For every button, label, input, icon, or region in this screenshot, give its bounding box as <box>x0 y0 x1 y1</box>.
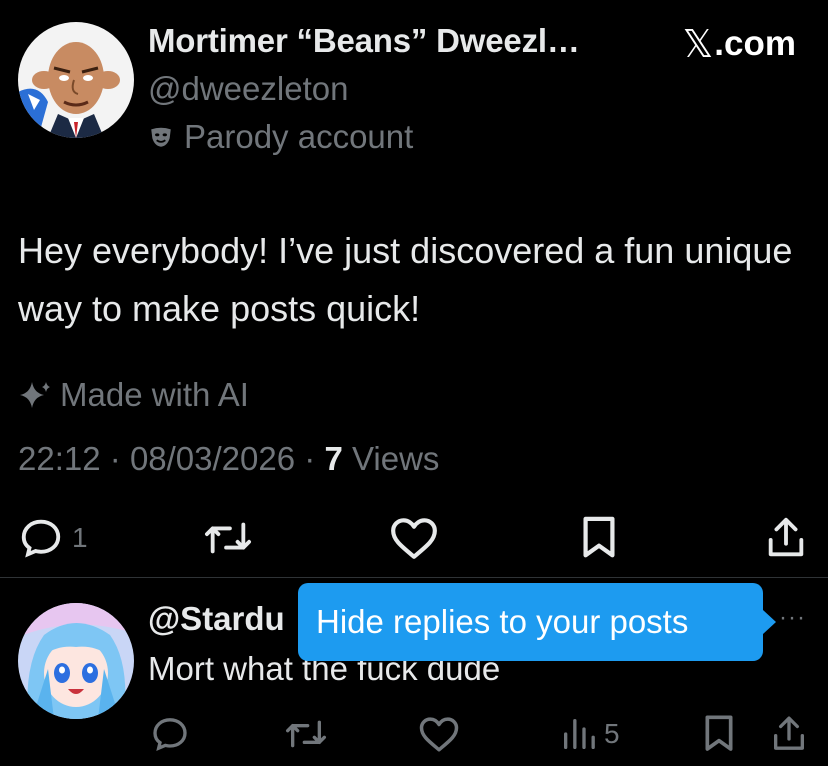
reply-bookmark-button[interactable] <box>702 714 736 754</box>
reply-views-count: 5 <box>604 718 620 749</box>
share-button[interactable] <box>764 515 808 561</box>
like-button[interactable] <box>389 515 439 561</box>
views-label: Views <box>351 440 440 477</box>
x-logo-icon: 𝕏 <box>682 22 714 66</box>
share-icon <box>768 517 804 557</box>
like-icon <box>419 717 459 752</box>
reply-author-avatar[interactable] <box>18 603 134 719</box>
parody-badge: Parody account <box>148 118 413 156</box>
reply-author-handle[interactable]: @Stardu <box>148 600 285 638</box>
reply-more-button[interactable]: ··· <box>779 604 806 632</box>
author-avatar-image <box>18 22 134 138</box>
ai-label[interactable]: Made with AI <box>18 376 249 414</box>
divider <box>0 577 828 578</box>
post-time: 22:12 <box>18 440 101 477</box>
reply-views-button[interactable]: 5 <box>562 714 620 754</box>
share-icon <box>774 716 804 750</box>
hide-replies-tooltip[interactable]: Hide replies to your posts <box>298 583 776 661</box>
repost-icon <box>285 720 326 748</box>
repost-button[interactable] <box>203 515 253 561</box>
views-icon <box>564 719 595 749</box>
parody-label: Parody account <box>184 118 414 155</box>
bookmark-icon <box>583 516 615 558</box>
author-avatar[interactable] <box>18 22 134 138</box>
brand-domain: .com <box>714 24 796 63</box>
like-icon <box>391 518 437 559</box>
reply-icon <box>153 718 187 751</box>
reply-reply-button[interactable] <box>150 714 190 754</box>
reply-repost-button[interactable] <box>284 714 328 754</box>
reply-avatar-image <box>18 603 134 719</box>
ai-sparkle-icon <box>20 382 50 408</box>
author-handle[interactable]: @dweezleton <box>148 70 348 108</box>
post-meta: 22:12 · 08/03/2026 · 7 Views <box>18 440 439 478</box>
reply-button[interactable]: 1 <box>18 515 88 561</box>
tooltip-text: Hide replies to your posts <box>316 603 689 640</box>
brand-logo: 𝕏 .com <box>683 22 796 66</box>
reply-like-button[interactable] <box>418 714 460 754</box>
repost-icon <box>205 522 251 554</box>
post-date: 08/03/2026 <box>129 440 296 477</box>
reply-count: 1 <box>72 522 88 553</box>
bookmark-button[interactable] <box>579 515 619 561</box>
ai-label-text: Made with AI <box>60 376 249 413</box>
meta-separator: · <box>304 440 316 477</box>
parody-mask-icon <box>151 127 171 147</box>
meta-separator: · <box>109 440 121 477</box>
reply-share-button[interactable] <box>770 714 808 754</box>
reply-icon <box>21 519 61 558</box>
post-text: Hey everybody! I’ve just discovered a fu… <box>18 230 793 329</box>
author-display-name[interactable]: Mortimer “Beans” Dweezl… <box>148 22 580 60</box>
views-count: 7 <box>324 440 343 477</box>
bookmark-icon <box>705 715 733 751</box>
